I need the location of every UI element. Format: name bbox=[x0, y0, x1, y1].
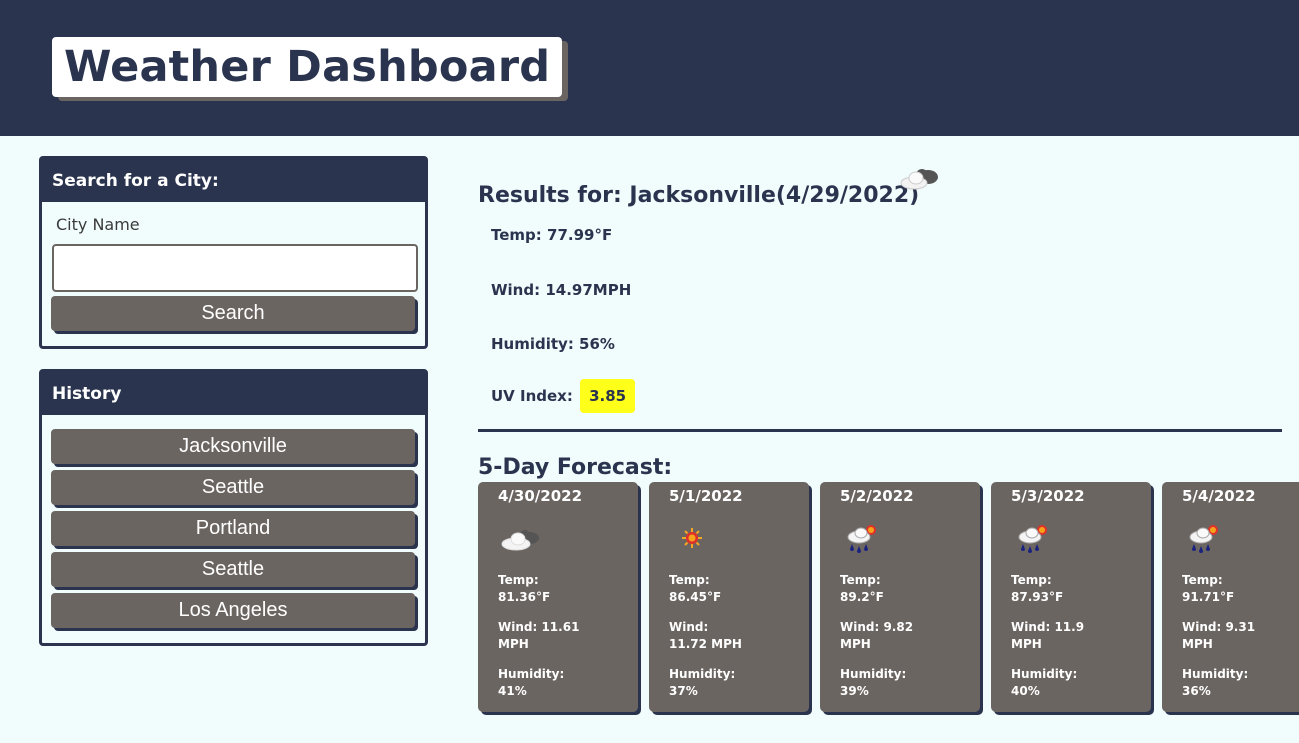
forecast-humidity-label: Humidity: bbox=[1011, 667, 1078, 681]
city-name-input[interactable] bbox=[52, 244, 418, 292]
forecast-wind-label: Wind: bbox=[669, 620, 709, 634]
forecast-temp: 87.93°F bbox=[1011, 590, 1064, 604]
history-panel: History Jacksonville Seattle Portland Se… bbox=[39, 369, 428, 646]
forecast-wind-label: Wind: 9.82 bbox=[840, 620, 914, 634]
forecast-card: 5/4/2022 Temp: 91.71°F Wind: 9.31 MPH Hu… bbox=[1162, 482, 1299, 712]
forecast-humidity-label: Humidity: bbox=[840, 667, 907, 681]
forecast-card: 5/1/2022 Temp: 86.45°F Wind: 11.72 MPH H… bbox=[649, 482, 809, 712]
forecast-card: 5/2/2022 Temp: 89.2°F Wind: 9.82 MPH Hum… bbox=[820, 482, 980, 712]
history-item-los-angeles[interactable]: Los Angeles bbox=[51, 593, 415, 628]
forecast-wind-label: Wind: 11.61 bbox=[498, 620, 580, 634]
forecast-temp: 86.45°F bbox=[669, 590, 722, 604]
forecast-temp-label: Temp: bbox=[1011, 573, 1052, 587]
forecast-temp: 91.71°F bbox=[1182, 590, 1235, 604]
forecast-humidity: 40% bbox=[1011, 684, 1040, 698]
search-button[interactable]: Search bbox=[51, 296, 415, 331]
forecast-date: 5/2/2022 bbox=[840, 487, 914, 505]
forecast-date: 5/3/2022 bbox=[1011, 487, 1085, 505]
forecast-humidity-label: Humidity: bbox=[669, 667, 736, 681]
city-name-label: City Name bbox=[56, 215, 140, 234]
title-box: Weather Dashboard bbox=[52, 37, 563, 97]
current-wind: Wind: 14.97MPH bbox=[491, 281, 632, 299]
forecast-temp: 89.2°F bbox=[840, 590, 884, 604]
uv-badge: 3.85 bbox=[580, 379, 636, 413]
forecast-temp-label: Temp: bbox=[840, 573, 881, 587]
history-item-portland[interactable]: Portland bbox=[51, 511, 415, 546]
forecast-card: 4/30/2022 Temp: 81.36°F Wind: 11.61 MPH … bbox=[478, 482, 638, 712]
search-panel: Search for a City: City Name Search bbox=[39, 156, 428, 349]
forecast-humidity: 41% bbox=[498, 684, 527, 698]
results-title: Results for: Jacksonville(4/29/2022) bbox=[478, 183, 920, 208]
forecast-humidity: 37% bbox=[669, 684, 698, 698]
history-item-jacksonville[interactable]: Jacksonville bbox=[51, 429, 415, 464]
forecast-humidity-label: Humidity: bbox=[498, 667, 565, 681]
cloud-icon bbox=[498, 520, 544, 556]
forecast-card: 5/3/2022 Temp: 87.93°F Wind: 11.9 MPH Hu… bbox=[991, 482, 1151, 712]
rain-sun-icon bbox=[1011, 520, 1057, 556]
history-item-seattle-2[interactable]: Seattle bbox=[51, 552, 415, 587]
forecast-wind: 11.72 MPH bbox=[669, 637, 742, 651]
rain-sun-icon bbox=[1182, 520, 1228, 556]
forecast-wind: MPH bbox=[840, 637, 871, 651]
forecast-humidity-label: Humidity: bbox=[1182, 667, 1249, 681]
uv-label: UV Index: bbox=[491, 387, 573, 405]
forecast-wind-label: Wind: 11.9 bbox=[1011, 620, 1085, 634]
forecast-humidity: 39% bbox=[840, 684, 869, 698]
cloud-icon bbox=[898, 163, 942, 197]
forecast-wind: MPH bbox=[1182, 637, 1213, 651]
app-header: Weather Dashboard bbox=[0, 0, 1299, 136]
forecast-wind: MPH bbox=[498, 637, 529, 651]
forecast-wind-label: Wind: 9.31 bbox=[1182, 620, 1256, 634]
forecast-cards: 4/30/2022 Temp: 81.36°F Wind: 11.61 MPH … bbox=[478, 482, 1299, 712]
forecast-temp-label: Temp: bbox=[669, 573, 710, 587]
uv-index: UV Index: 3.85 bbox=[491, 379, 636, 413]
forecast-temp: 81.36°F bbox=[498, 590, 551, 604]
forecast-title: 5-Day Forecast: bbox=[478, 455, 673, 480]
rain-sun-icon bbox=[840, 520, 886, 556]
current-humidity: Humidity: 56% bbox=[491, 335, 615, 353]
forecast-temp-label: Temp: bbox=[498, 573, 539, 587]
forecast-date: 4/30/2022 bbox=[498, 487, 583, 505]
history-list: Jacksonville Seattle Portland Seattle Lo… bbox=[51, 429, 415, 634]
page-title: Weather Dashboard bbox=[64, 42, 551, 92]
history-item-seattle[interactable]: Seattle bbox=[51, 470, 415, 505]
history-heading: History bbox=[42, 372, 425, 415]
sun-icon bbox=[669, 520, 715, 556]
current-temp: Temp: 77.99°F bbox=[491, 226, 613, 244]
search-heading: Search for a City: bbox=[42, 159, 425, 202]
forecast-date: 5/4/2022 bbox=[1182, 487, 1256, 505]
forecast-humidity: 36% bbox=[1182, 684, 1211, 698]
forecast-date: 5/1/2022 bbox=[669, 487, 743, 505]
divider bbox=[478, 429, 1282, 432]
forecast-temp-label: Temp: bbox=[1182, 573, 1223, 587]
forecast-wind: MPH bbox=[1011, 637, 1042, 651]
